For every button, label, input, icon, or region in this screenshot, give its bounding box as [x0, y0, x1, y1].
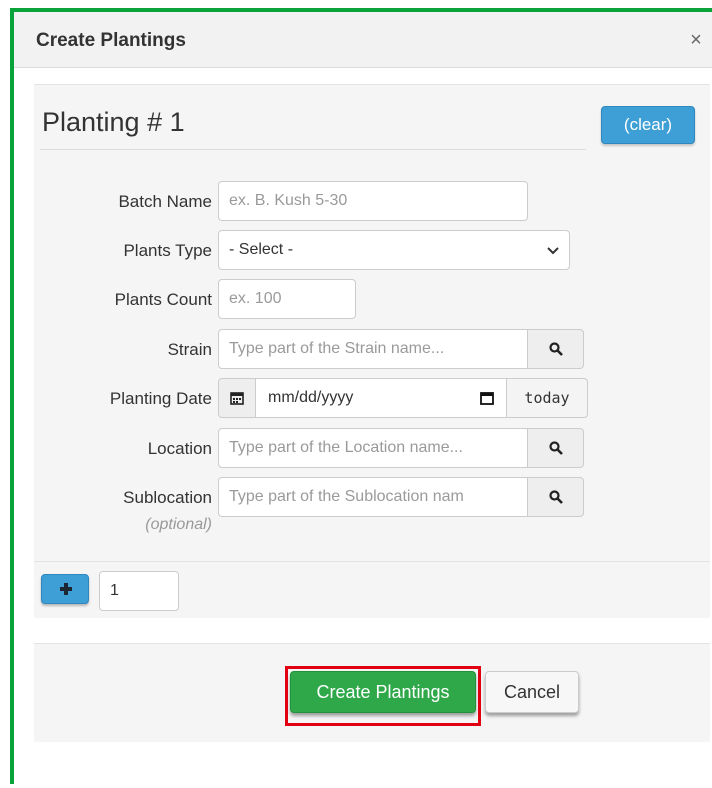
sublocation-optional-note: (optional): [145, 516, 212, 533]
planting-date-input[interactable]: mm/dd/yyyy: [255, 378, 507, 418]
sublocation-label: Sublocation: [123, 488, 212, 507]
title-divider: [40, 149, 586, 150]
plants-type-select[interactable]: - Select -: [218, 230, 570, 270]
search-icon: [548, 490, 563, 504]
today-button[interactable]: today: [506, 378, 588, 418]
sublocation-search-button[interactable]: [527, 477, 584, 517]
plus-icon: [60, 583, 72, 595]
location-label: Location: [147, 439, 212, 458]
planting-panel-footer: 1: [34, 561, 710, 618]
strain-search-button[interactable]: [527, 329, 584, 369]
planting-panel: Planting # 1 (clear) Batch Name ex. B. K…: [34, 84, 710, 618]
location-search-button[interactable]: [527, 428, 584, 468]
location-input[interactable]: Type part of the Location name...: [218, 428, 528, 468]
plants-count-label: Plants Count: [114, 290, 212, 309]
planting-date-value: mm/dd/yyyy: [268, 389, 354, 406]
calendar-icon: [230, 391, 244, 405]
search-icon: [548, 441, 563, 455]
sublocation-input[interactable]: Type part of the Sublocation nam: [218, 477, 528, 517]
highlight-box: [285, 666, 481, 726]
add-planting-button[interactable]: [41, 574, 89, 604]
plants-type-label: Plants Type: [123, 241, 212, 260]
strain-input[interactable]: Type part of the Strain name...: [218, 329, 528, 369]
plants-count-input[interactable]: ex. 100: [218, 279, 356, 319]
strain-label: Strain: [167, 340, 212, 359]
batch-name-label: Batch Name: [118, 192, 212, 211]
planting-title: Planting # 1: [42, 107, 185, 137]
modal-header: Create Plantings ×: [14, 12, 712, 68]
calendar-addon: [218, 378, 256, 418]
calendar-picker-icon[interactable]: [480, 392, 494, 405]
clear-button[interactable]: (clear): [601, 106, 695, 144]
chevron-down-icon: [547, 247, 559, 255]
search-icon: [548, 342, 563, 356]
cancel-button[interactable]: Cancel: [485, 671, 579, 713]
planting-date-label: Planting Date: [109, 389, 212, 408]
batch-name-input[interactable]: ex. B. Kush 5-30: [218, 181, 528, 221]
modal-body: Planting # 1 (clear) Batch Name ex. B. K…: [14, 68, 712, 788]
modal-title: Create Plantings: [36, 30, 186, 51]
planting-count-input[interactable]: 1: [99, 571, 179, 611]
close-icon[interactable]: ×: [686, 28, 706, 52]
plants-type-selected: - Select -: [229, 241, 294, 258]
modal-footer: Create Plantings Cancel: [34, 643, 710, 742]
